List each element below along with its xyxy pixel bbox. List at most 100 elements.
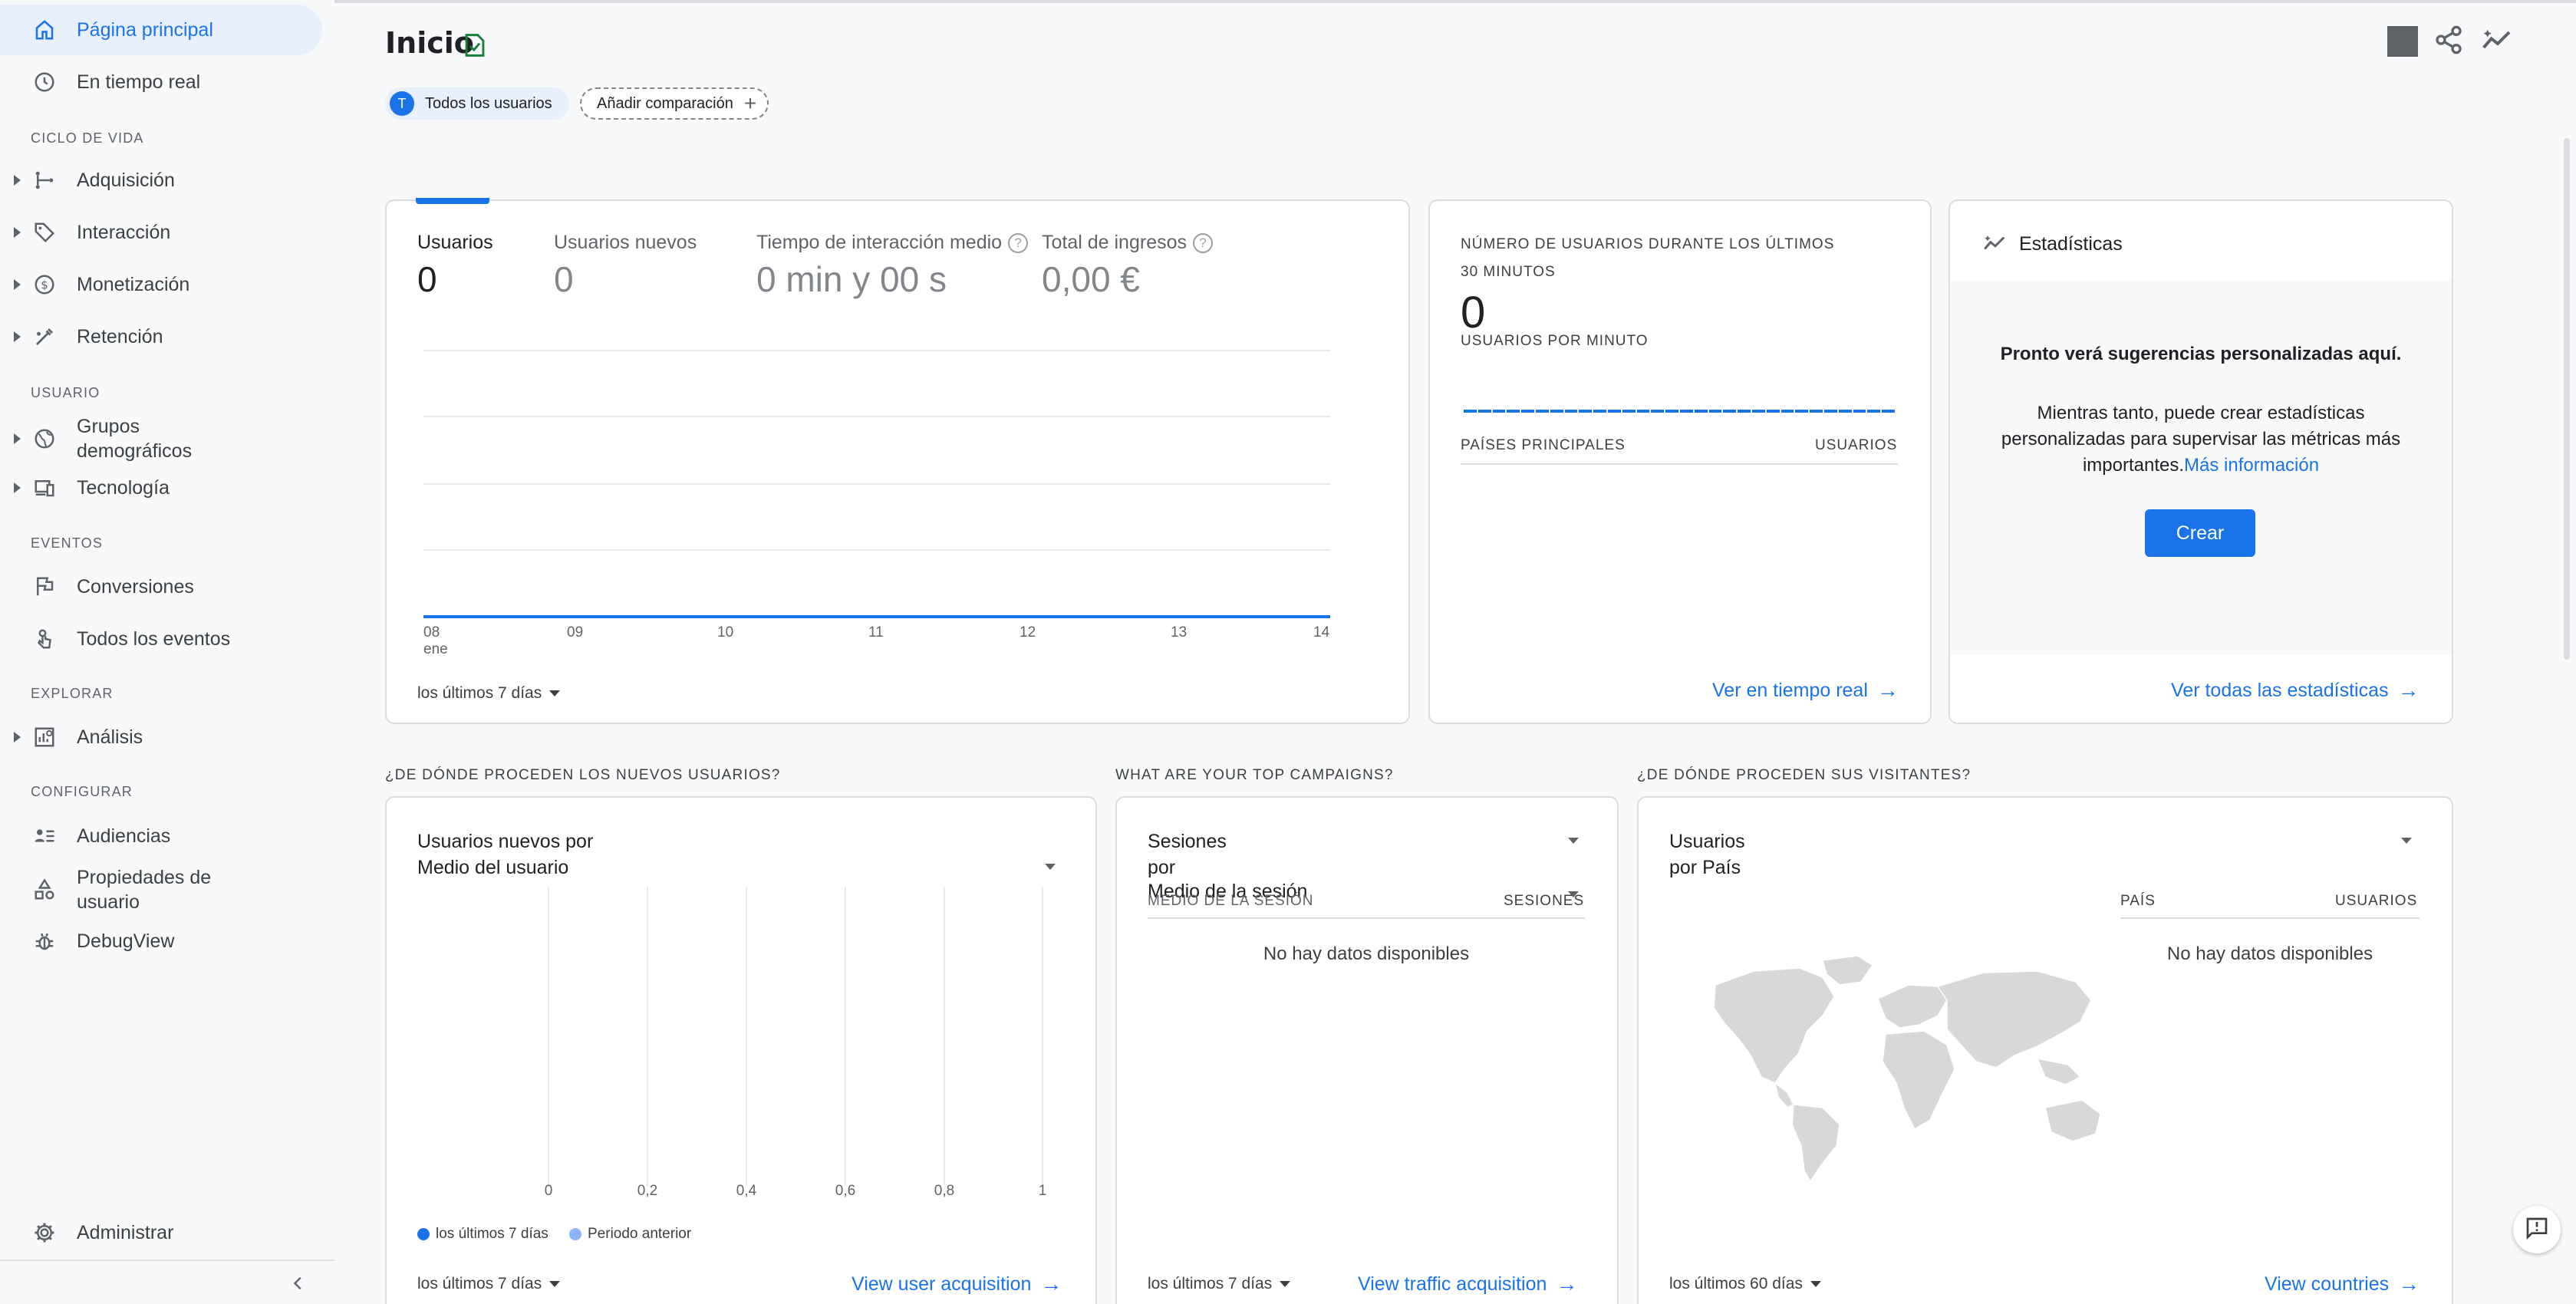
map-south-america	[1791, 1104, 1840, 1183]
insights-trend-icon[interactable]	[2481, 25, 2515, 59]
acquisition-icon	[31, 166, 58, 194]
metric-tab-new-users[interactable]: Usuarios nuevos 0	[554, 232, 697, 300]
help-icon[interactable]: ?	[1008, 233, 1029, 254]
legend-label: Periodo anterior	[588, 1226, 692, 1242]
sidebar-item-acquisition[interactable]: Adquisición	[0, 155, 322, 206]
minute-bar	[1622, 410, 1636, 413]
devices-icon	[31, 474, 58, 502]
axis-tick-label: 0,6	[835, 1183, 856, 1199]
metric-tab-revenue[interactable]: Total de ingresos? 0,00 €	[1042, 232, 1214, 300]
table-divider	[1461, 463, 1898, 465]
x-tick-label: 14	[1313, 624, 1330, 640]
sidebar-item-monetization[interactable]: $ Monetización	[0, 259, 322, 310]
section-title-lifecycle: CICLO DE VIDA	[31, 130, 144, 146]
minute-bar	[1751, 410, 1765, 413]
map-asia	[1936, 970, 2092, 1069]
create-insight-button[interactable]: Crear	[2145, 509, 2255, 557]
empty-state: No hay datos disponibles	[2166, 943, 2373, 964]
minute-bar	[1579, 410, 1593, 413]
label-line-2: usuario	[77, 891, 140, 913]
sidebar-item-retention[interactable]: Retención	[0, 311, 322, 362]
metric-label: Tiempo de interacción medio?	[756, 232, 1029, 254]
audiences-icon	[31, 822, 58, 850]
col-users: USUARIOS	[2335, 893, 2418, 909]
arrow-right-icon: →	[1556, 1272, 1578, 1296]
metric-tab-engagement-time[interactable]: Tiempo de interacción medio? 0 min y 00 …	[756, 232, 1029, 300]
sidebar-item-admin[interactable]: Administrar	[0, 1207, 322, 1258]
sidebar-item-user-properties[interactable]: Propiedades de usuario	[0, 862, 322, 917]
dropdown-label: los últimos 7 días	[417, 684, 542, 702]
date-range-dropdown[interactable]: los últimos 7 días	[417, 1275, 561, 1293]
chart-gridline	[423, 549, 1330, 551]
sidebar: Página principal En tiempo real CICLO DE…	[0, 0, 334, 1304]
x-tick-label: 10	[717, 624, 734, 640]
metric-dropdown-arrow-icon[interactable]	[1568, 838, 1579, 844]
sidebar-item-realtime[interactable]: En tiempo real	[0, 57, 322, 107]
sidebar-item-label: Análisis	[77, 726, 143, 748]
help-icon[interactable]: ?	[1193, 233, 1214, 254]
collapse-sidebar-button[interactable]	[287, 1273, 310, 1296]
sidebar-item-audiences[interactable]: Audiencias	[0, 811, 322, 861]
axis-tick-label: 0,4	[736, 1183, 757, 1199]
table-divider	[1148, 917, 1585, 919]
minute-bar	[1810, 410, 1823, 413]
insights-headline: Pronto verá sugerencias personalizadas a…	[2000, 344, 2402, 364]
legend-dot	[417, 1227, 430, 1240]
avatar: T	[390, 91, 414, 116]
header-icon-square[interactable]	[2387, 26, 2418, 57]
metric-value: 0	[417, 259, 437, 299]
more-info-link[interactable]: Más información	[2184, 455, 2319, 476]
dropdown-label: los últimos 7 días	[1148, 1275, 1273, 1292]
view-user-acquisition-link[interactable]: View user acquisition →	[852, 1272, 1062, 1296]
visitors-title: Usuarios por País	[1669, 828, 1745, 881]
metric-label: Usuarios nuevos	[554, 232, 697, 253]
campaigns-title: Sesiones por	[1148, 828, 1227, 881]
sidebar-item-label: Conversiones	[77, 576, 194, 598]
date-range-dropdown[interactable]: los últimos 7 días	[1148, 1275, 1291, 1293]
page-scrollbar[interactable]	[2564, 138, 2570, 660]
touch-icon	[31, 625, 58, 653]
view-realtime-link[interactable]: Ver en tiempo real →	[1712, 678, 1899, 703]
sidebar-item-demographics[interactable]: Grupos demográficos	[0, 411, 322, 466]
empty-state: No hay datos disponibles	[1263, 943, 1470, 964]
minute-bar	[1535, 410, 1549, 413]
sidebar-item-debugview[interactable]: DebugView	[0, 916, 322, 966]
add-comparison-button[interactable]: Añadir comparación +	[580, 87, 769, 120]
title-line: por	[1148, 857, 1176, 878]
minute-bar	[1636, 410, 1650, 413]
minute-bar	[1492, 410, 1506, 413]
minute-bar	[1708, 410, 1722, 413]
view-all-insights-link[interactable]: Ver todas las estadísticas →	[2171, 678, 2419, 703]
comparison-chip-all-users[interactable]: T Todos los usuarios	[385, 87, 569, 120]
minute-bar	[1651, 410, 1665, 413]
metric-dropdown-arrow-icon[interactable]	[2401, 838, 2412, 844]
x-tick-label: 12	[1020, 624, 1036, 640]
link-label: View countries	[2265, 1273, 2390, 1295]
sidebar-item-tech[interactable]: Tecnología	[0, 463, 322, 513]
view-traffic-acquisition-link[interactable]: View traffic acquisition →	[1358, 1272, 1577, 1296]
map-africa	[1882, 1030, 1955, 1131]
sidebar-item-analysis[interactable]: Análisis	[0, 712, 322, 762]
bar-chart-gridline	[1042, 887, 1043, 1186]
share-icon[interactable]	[2433, 25, 2464, 59]
date-range-dropdown[interactable]: los últimos 60 días	[1669, 1275, 1821, 1293]
minute-bar	[1823, 410, 1837, 413]
sidebar-item-engagement[interactable]: Interacción	[0, 207, 322, 258]
feedback-button[interactable]	[2513, 1206, 2561, 1253]
x-tick-label: 13	[1171, 624, 1188, 640]
dropdown-label: los últimos 7 días	[417, 1275, 542, 1292]
sidebar-item-all-events[interactable]: Todos los eventos	[0, 614, 322, 664]
col-country: PAÍS	[2120, 893, 2156, 909]
sidebar-item-conversions[interactable]: Conversiones	[0, 561, 322, 612]
date-range-dropdown[interactable]: los últimos 7 días	[417, 684, 561, 703]
metric-tab-users[interactable]: Usuarios 0	[417, 232, 493, 300]
view-countries-link[interactable]: View countries →	[2265, 1272, 2420, 1296]
feedback-icon	[2525, 1216, 2549, 1244]
sidebar-item-home[interactable]: Página principal	[0, 5, 322, 55]
metric-value: 0	[554, 259, 574, 299]
arrow-right-icon: →	[1040, 1272, 1062, 1296]
bar-chart-gridline	[647, 887, 648, 1186]
new-users-title: Usuarios nuevos por Medio del usuario	[417, 828, 593, 881]
section-heading-visitors: ¿DE DÓNDE PROCEDEN SUS VISITANTES?	[1637, 767, 1972, 783]
dimension-dropdown-arrow-icon[interactable]	[1045, 864, 1056, 870]
